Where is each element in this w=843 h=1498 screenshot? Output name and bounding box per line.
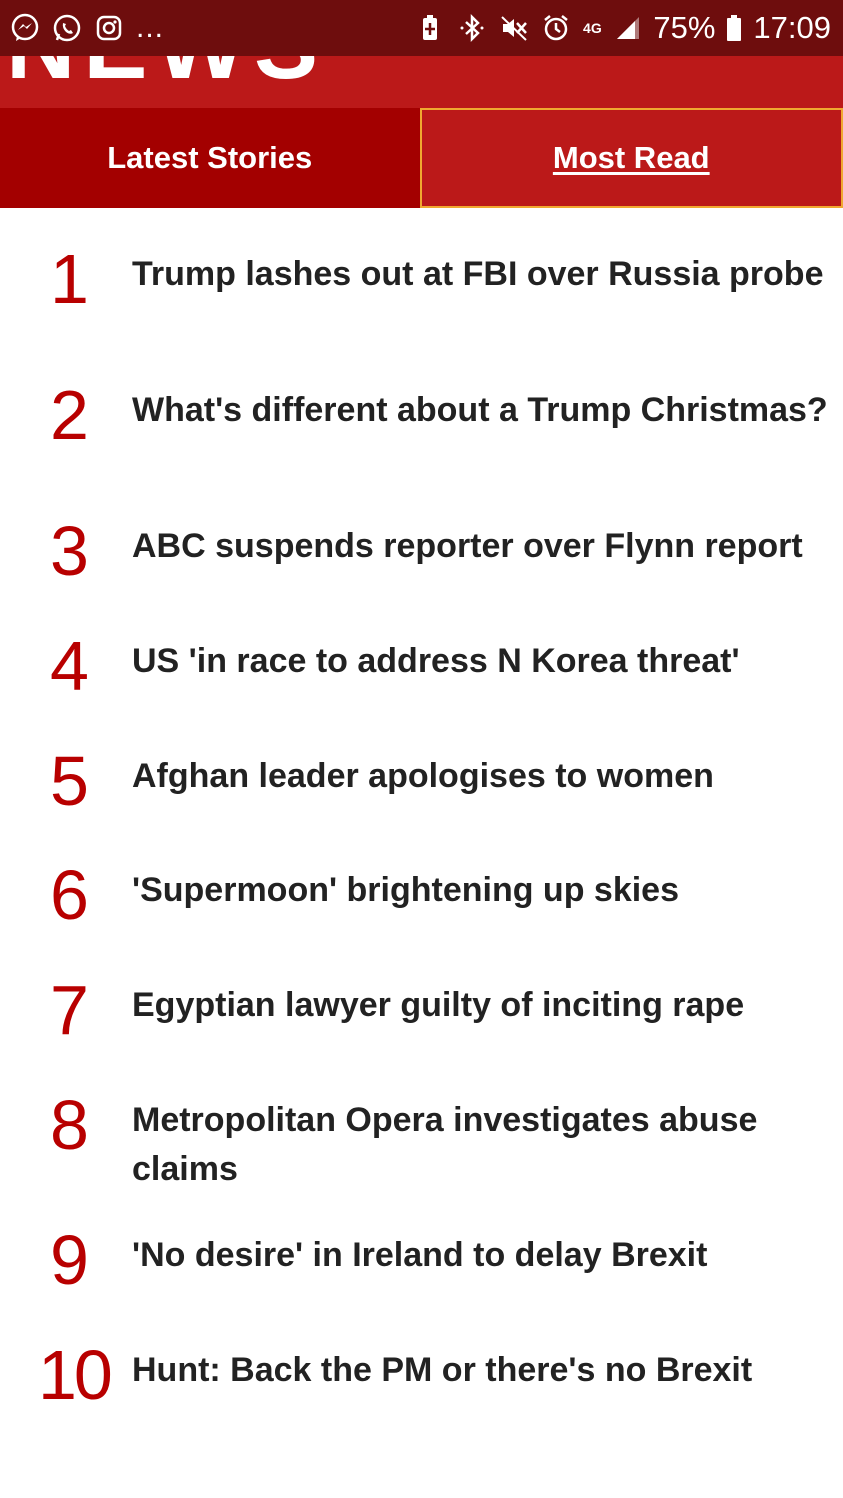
story-rank: 4: [50, 627, 89, 705]
tab-most-read[interactable]: Most Read: [419, 108, 843, 208]
mute-icon: [497, 11, 531, 45]
more-notifications: ...: [136, 11, 165, 44]
status-bar: ... 4G 75% 17:09: [0, 0, 843, 56]
story-headline[interactable]: Afghan leader apologises to women: [132, 752, 832, 801]
story-rank: 1: [50, 240, 89, 318]
instagram-icon: [92, 11, 126, 45]
messenger-icon: [8, 11, 42, 45]
story-rank: 5: [50, 742, 89, 820]
battery-icon: [723, 11, 745, 45]
clock: 17:09: [753, 10, 831, 45]
status-bar-right: 4G 75% 17:09: [413, 10, 831, 46]
story-headline[interactable]: 'Supermoon' brightening up skies: [132, 866, 832, 915]
story-rank: 7: [50, 971, 89, 1049]
bluetooth-icon: [455, 11, 489, 45]
battery-saver-icon: [413, 11, 447, 45]
story-rank: 10: [38, 1336, 113, 1414]
tab-bar: Latest Stories Most Read: [0, 108, 843, 208]
signal-icon: [611, 11, 645, 45]
brand-header: NEWS: [0, 56, 843, 108]
story-headline[interactable]: What's different about a Trump Christmas…: [132, 386, 832, 435]
story-rank: 9: [50, 1221, 89, 1299]
network-type: 4G: [583, 19, 602, 36]
status-bar-left: ...: [8, 11, 164, 45]
brand-wordmark: NEWS: [6, 56, 326, 94]
story-rank: 6: [50, 856, 89, 934]
story-headline[interactable]: Egyptian lawyer guilty of inciting rape: [132, 981, 832, 1030]
tab-latest-stories[interactable]: Latest Stories: [0, 108, 420, 208]
story-headline[interactable]: ABC suspends reporter over Flynn report: [132, 522, 832, 571]
story-rank: 3: [50, 512, 89, 590]
whatsapp-icon: [50, 11, 84, 45]
story-headline[interactable]: US 'in race to address N Korea threat': [132, 637, 832, 686]
story-headline[interactable]: Trump lashes out at FBI over Russia prob…: [132, 250, 832, 299]
story-rank: 8: [50, 1086, 89, 1164]
alarm-icon: [539, 11, 573, 45]
story-headline[interactable]: Metropolitan Opera investigates abuse cl…: [132, 1096, 832, 1194]
battery-percent: 75%: [653, 10, 716, 45]
story-headline[interactable]: Hunt: Back the PM or there's no Brexit: [132, 1346, 832, 1395]
story-rank: 2: [50, 376, 89, 454]
story-headline[interactable]: 'No desire' in Ireland to delay Brexit: [132, 1231, 832, 1280]
